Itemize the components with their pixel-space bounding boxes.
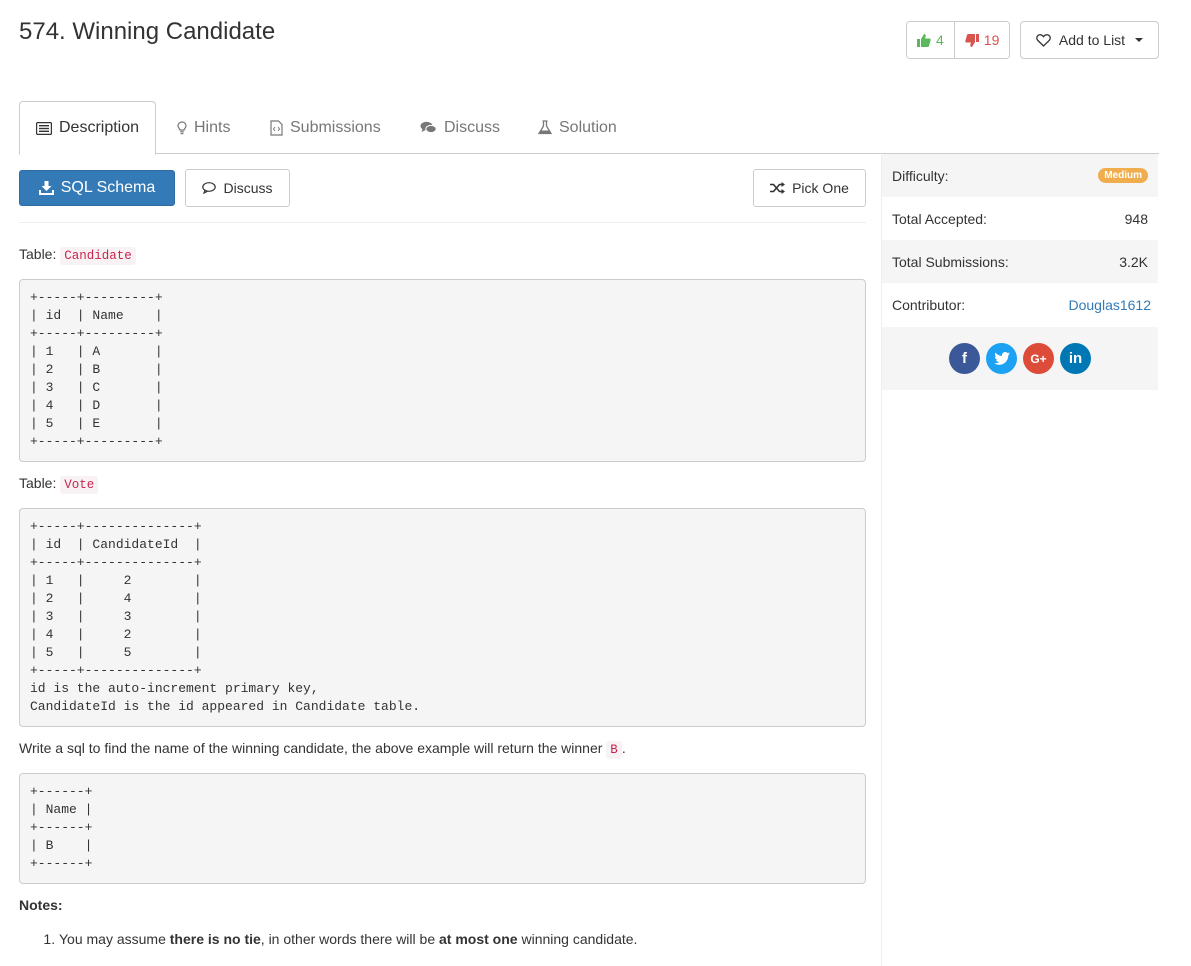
note-bold: at most one xyxy=(439,931,518,947)
tab-discuss[interactable]: Discuss xyxy=(420,101,500,154)
lightbulb-icon xyxy=(177,120,187,134)
sql-schema-label: SQL Schema xyxy=(60,179,156,196)
flask-icon xyxy=(538,120,552,135)
add-to-list-label: Add to List xyxy=(1058,32,1126,48)
pick-one-label: Pick One xyxy=(792,180,849,196)
add-to-list-button[interactable]: Add to List xyxy=(1020,21,1159,59)
table-candidate-label: Table: Candidate xyxy=(19,246,136,265)
caret-down-icon xyxy=(1135,38,1144,42)
linkedin-icon[interactable]: in xyxy=(1060,343,1091,374)
difficulty-row: Difficulty: Medium xyxy=(882,154,1158,197)
accepted-value: 948 xyxy=(1124,210,1148,227)
page-title: 574. Winning Candidate xyxy=(19,18,276,45)
discuss-label: Discuss xyxy=(223,180,273,196)
discuss-button[interactable]: Discuss xyxy=(185,169,290,207)
comments-icon xyxy=(420,121,437,134)
downvote-count: 19 xyxy=(983,32,1000,48)
task-end: . xyxy=(621,740,626,756)
twitter-bird-glyph xyxy=(993,352,1010,365)
shuffle-icon xyxy=(770,182,786,194)
download-icon xyxy=(38,181,54,195)
upvote-button[interactable]: 4 xyxy=(907,22,954,58)
tab-solution[interactable]: Solution xyxy=(538,101,617,154)
submissions-label: Total Submissions: xyxy=(892,253,1009,270)
submissions-row: Total Submissions: 3.2K xyxy=(882,240,1158,283)
contributor-label: Contributor: xyxy=(892,296,966,313)
tab-bar: Description Hints Submissions Discuss So… xyxy=(19,101,1159,155)
facebook-glyph: f xyxy=(962,350,967,367)
tab-description-label: Description xyxy=(59,119,140,136)
sql-schema-button[interactable]: SQL Schema xyxy=(19,170,175,206)
task-text: Write a sql to find the name of the winn… xyxy=(19,740,603,756)
difficulty-label: Difficulty: xyxy=(892,167,949,184)
vote-table-block: +-----+--------------+ | id | CandidateI… xyxy=(19,508,866,727)
table-prefix: Table: xyxy=(19,475,57,491)
table-vote-name: Vote xyxy=(60,476,99,494)
google-plus-icon[interactable]: G+ xyxy=(1023,343,1054,374)
submissions-value: 3.2K xyxy=(1119,253,1148,270)
tab-submissions[interactable]: Submissions xyxy=(270,101,381,154)
table-prefix: Table: xyxy=(19,246,57,262)
upvote-count: 4 xyxy=(936,32,944,48)
table-candidate-name: Candidate xyxy=(60,247,136,265)
facebook-icon[interactable]: f xyxy=(949,343,980,374)
task-winner-code: B xyxy=(606,741,622,759)
note-bold: there is no tie xyxy=(169,931,261,947)
result-table-block: +------+ | Name | +------+ | B | +------… xyxy=(19,773,866,884)
notes-list: You may assume there is no tie, in other… xyxy=(19,931,866,947)
task-description: Write a sql to find the name of the winn… xyxy=(19,740,626,759)
notes-title: Notes: xyxy=(19,897,63,913)
thumbs-down-icon xyxy=(965,33,979,47)
divider xyxy=(19,222,866,223)
twitter-icon[interactable] xyxy=(986,343,1017,374)
google-plus-glyph: G+ xyxy=(1030,351,1047,366)
note-text: You may assume xyxy=(59,931,170,947)
downvote-button[interactable]: 19 xyxy=(953,22,1010,58)
pick-one-button[interactable]: Pick One xyxy=(753,169,866,207)
table-vote-label: Table: Vote xyxy=(19,475,99,494)
linkedin-glyph: in xyxy=(1068,350,1083,367)
social-share-bar: f G+ in xyxy=(882,327,1158,390)
note-item: You may assume there is no tie, in other… xyxy=(59,931,866,947)
code-file-icon xyxy=(270,119,283,136)
note-text: , in other words there will be xyxy=(260,931,439,947)
tab-solution-label: Solution xyxy=(559,118,617,136)
comment-icon xyxy=(202,182,217,194)
thumbs-up-icon xyxy=(917,33,931,47)
list-icon xyxy=(36,121,52,135)
tab-hints-label: Hints xyxy=(194,118,231,136)
tab-description[interactable]: Description xyxy=(19,101,157,155)
tab-hints[interactable]: Hints xyxy=(177,101,230,154)
accepted-row: Total Accepted: 948 xyxy=(882,197,1158,240)
difficulty-badge: Medium xyxy=(1098,168,1148,183)
tab-submissions-label: Submissions xyxy=(290,118,381,136)
contributor-link[interactable]: Douglas1612 xyxy=(1068,297,1151,313)
accepted-label: Total Accepted: xyxy=(892,210,987,227)
contributor-row: Contributor: Douglas1612 xyxy=(882,283,1158,326)
tab-discuss-label: Discuss xyxy=(444,118,501,136)
vote-group: 4 19 xyxy=(906,21,1011,59)
note-text: winning candidate. xyxy=(517,931,638,947)
heart-icon xyxy=(1036,33,1051,47)
candidate-table-block: +-----+---------+ | id | Name | +-----+-… xyxy=(19,279,866,462)
